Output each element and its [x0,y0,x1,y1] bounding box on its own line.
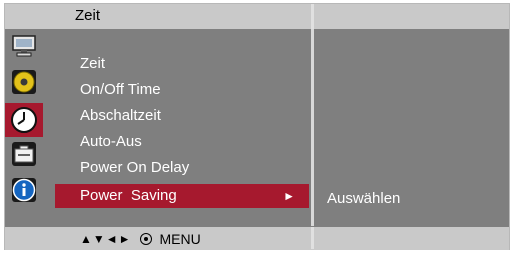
osd-panel: Zeit Zeit On/Off Time Abschaltzeit Auto-… [4,3,510,250]
menu-item-auto-aus[interactable]: Auto-Aus [80,133,142,150]
arrow-keys-icon: ▲▼◄► [80,232,132,246]
clock-icon-selected[interactable] [5,103,43,137]
title-divider [311,4,314,29]
menu-item-zeit[interactable]: Zeit [80,55,105,72]
toolbox-icon[interactable] [11,141,37,167]
monitor-icon[interactable] [11,33,37,59]
navigation-bar: ▲▼◄► MENU [5,227,509,250]
menu-item-power-saving-label: Power Saving [80,187,177,204]
title-bar: Zeit [5,4,509,29]
panel-divider [311,29,314,226]
menu-item-power-on-delay[interactable]: Power On Delay [80,159,189,176]
submenu-arrow-icon: ► [283,189,295,203]
category-icon-column [5,29,43,227]
menu-label: MENU [159,231,201,247]
navigation-hint: ▲▼◄► MENU [80,231,201,247]
page-title: Zeit [75,7,101,24]
audio-icon[interactable] [11,69,37,95]
info-icon[interactable] [11,177,37,203]
ok-button-icon [139,233,152,245]
menu-item-power-saving[interactable]: Power Saving ► [55,184,309,208]
menu-item-on-off-time[interactable]: On/Off Time [80,81,161,98]
submenu-value-auswaehlen[interactable]: Auswählen [327,190,400,207]
menu-item-abschaltzeit[interactable]: Abschaltzeit [80,107,161,124]
footer-divider [311,227,314,249]
